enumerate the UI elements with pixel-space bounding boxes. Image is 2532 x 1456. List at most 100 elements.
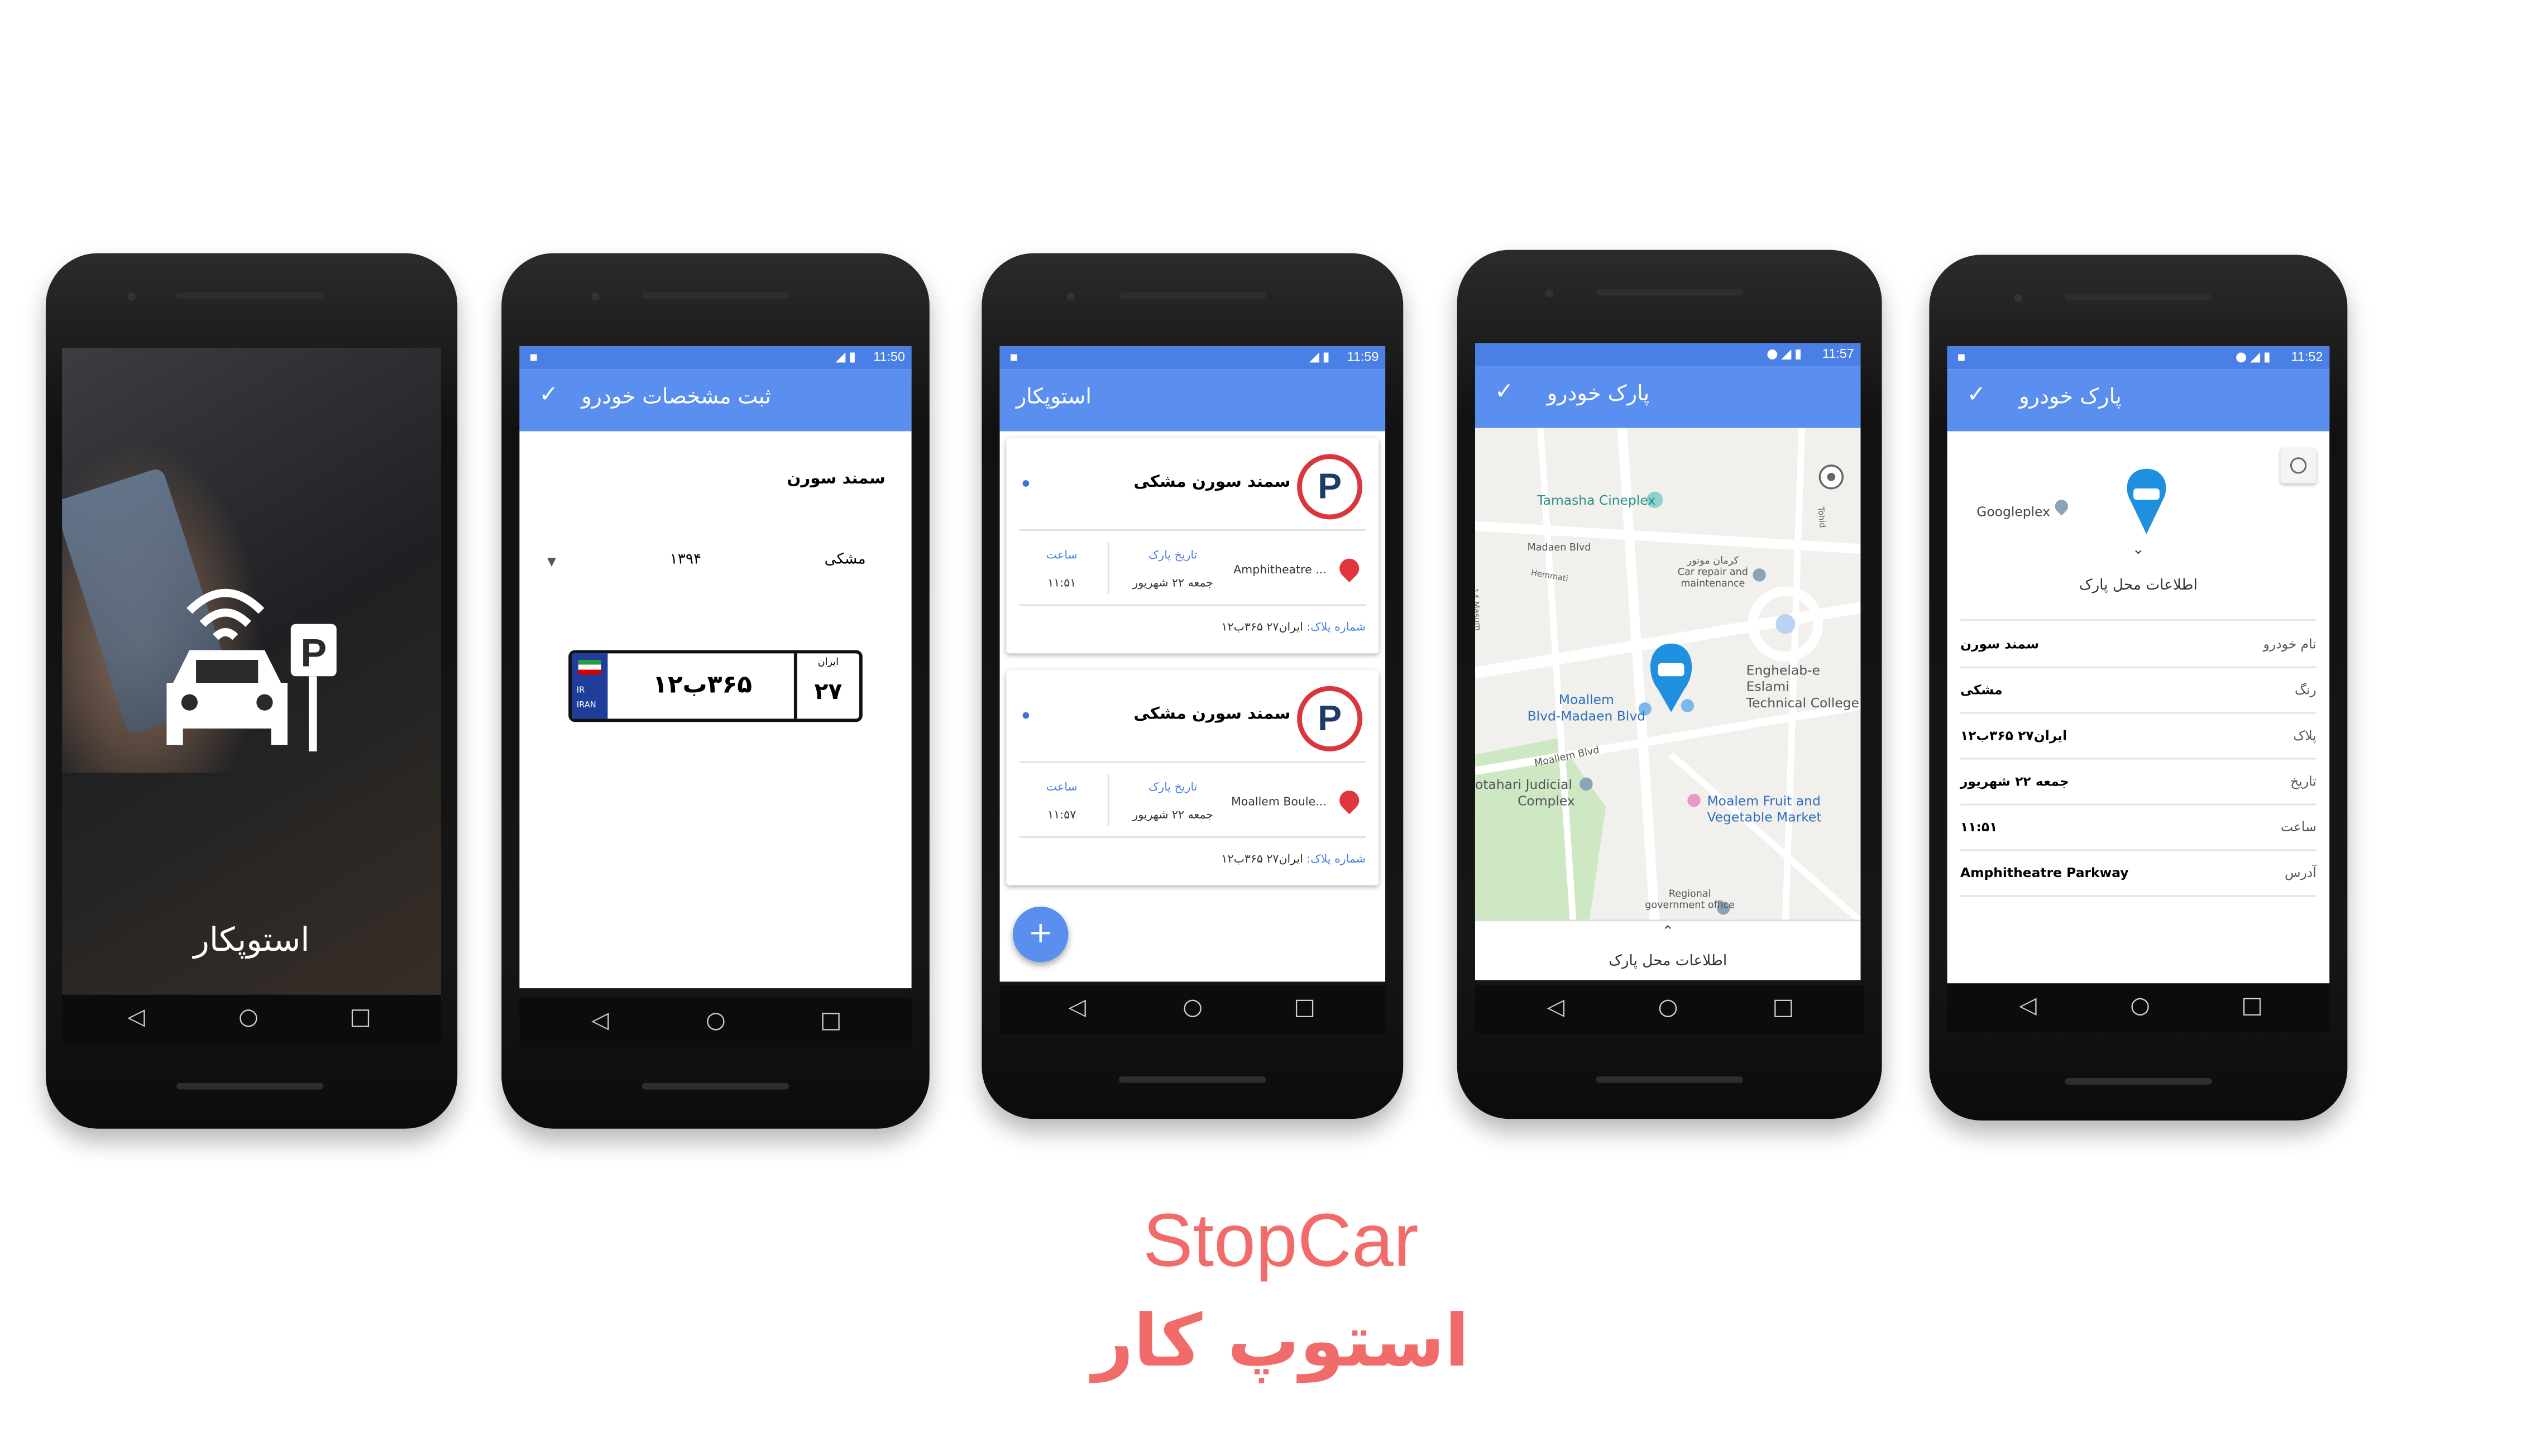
- bottom-speaker: [1596, 1076, 1743, 1083]
- poi-label: Googleplex: [1976, 505, 2050, 520]
- home-icon[interactable]: ○: [1183, 995, 1203, 1021]
- page-title: استوپکار: [1016, 385, 1092, 410]
- card-plate-label: شماره پلاک:: [1306, 620, 1366, 634]
- map-label-fruit: Moalem Fruit and Vegetable Market: [1707, 794, 1821, 827]
- notification-icon: ▪: [529, 349, 538, 365]
- android-navbar: ◁ ○ □: [999, 985, 1386, 1034]
- detail-value: مشکی: [1960, 682, 2003, 698]
- splash-app-name: استوپکار: [193, 919, 310, 959]
- map-label-kerman: کرمان موتور Car repair and maintenance: [1678, 555, 1748, 590]
- back-icon[interactable]: ◁: [1068, 995, 1086, 1021]
- dropdown-arrow-icon[interactable]: ▼: [547, 555, 556, 568]
- recents-icon[interactable]: □: [1772, 995, 1794, 1021]
- page-title: ثبت مشخصات خودرو: [581, 385, 771, 410]
- car-name-field[interactable]: سمند سورن: [787, 471, 885, 488]
- map-label-enghelab: Enghelab-e Eslami Technical College: [1746, 663, 1861, 712]
- sheet-label: اطلاعات محل پارک: [2079, 578, 2198, 595]
- speaker-grill: [1119, 292, 1266, 299]
- plate-region-label: ایران: [817, 657, 839, 668]
- map-label-madaen: Madaen Blvd: [1527, 542, 1591, 554]
- map-label-tamasha: Tamasha Cineplex: [1537, 493, 1656, 508]
- recents-icon[interactable]: □: [2241, 993, 2263, 1019]
- front-camera: [1066, 292, 1075, 301]
- car-location-pin-icon: [2127, 468, 2166, 534]
- card-plate-label: شماره پلاک:: [1306, 852, 1366, 866]
- signal-icons: ◢▮: [835, 349, 859, 365]
- my-location-button[interactable]: [2280, 447, 2316, 484]
- recents-icon[interactable]: □: [350, 1004, 371, 1031]
- brand-title-en: StopCar: [1142, 1197, 1419, 1282]
- detail-row: پلاک ایران۲۷ ۳۶۵ب۱۲: [1960, 712, 2316, 760]
- status-time: 11:57: [1822, 346, 1854, 361]
- poi-pin-icon: [2052, 497, 2071, 516]
- signal-icons: ◢▮: [1309, 349, 1333, 365]
- notification-icon: ▪: [1009, 349, 1019, 365]
- bottom-speaker: [2065, 1078, 2212, 1085]
- phone-register: ▪ ◢▮ 11:50 ✓ ثبت مشخصات خودرو سمند سورن …: [501, 253, 930, 1129]
- map-label-kerman-1: کرمان موتور: [1687, 555, 1739, 567]
- bottom-sheet[interactable]: ⌃ اطلاعات محل پارک: [1475, 919, 1861, 980]
- year-field[interactable]: ۱۳۹۴: [670, 552, 702, 568]
- app-bar: ✓ پارک خودرو: [1475, 366, 1861, 428]
- card-vdivider: [1107, 774, 1109, 827]
- map-label-kerman-3: maintenance: [1681, 578, 1745, 590]
- add-fab-button[interactable]: +: [1012, 906, 1069, 962]
- card-time: ۱۱:۵۷: [1047, 808, 1076, 822]
- location-pin-icon: [1335, 786, 1363, 815]
- back-icon[interactable]: ◁: [127, 1004, 145, 1031]
- card-plate-row: شماره پلاک: ایران۲۷ ۳۶۵ب۱۲: [1222, 621, 1366, 634]
- plate-country-strip: IR IRAN: [572, 653, 608, 719]
- android-navbar: ◁ ○ □: [1947, 983, 2330, 1033]
- android-navbar: ◁ ○ □: [62, 994, 441, 1044]
- detail-row: آدرس Amphitheatre Parkway: [1960, 849, 2316, 897]
- app-bar: استوپکار: [999, 369, 1386, 432]
- color-field[interactable]: مشکی: [825, 552, 866, 568]
- detail-row: نام خودرو سمند سورن: [1960, 621, 2316, 668]
- app-bar: ✓ ثبت مشخصات خودرو: [519, 369, 912, 432]
- details-screen: ▪ ●◢▮ 11:52 ✓ پارک خودرو Googleplex ⌄ اط…: [1947, 346, 2330, 984]
- card-time: ۱۱:۵۱: [1047, 576, 1076, 590]
- status-time: 11:59: [1347, 349, 1379, 365]
- map-label-fruit-1: Moalem Fruit and: [1707, 793, 1821, 809]
- card-date: جمعه ۲۲ شهریور: [1132, 576, 1213, 590]
- bottom-speaker: [1119, 1076, 1266, 1083]
- status-bar: ●◢▮ 11:57: [1475, 343, 1861, 366]
- home-icon[interactable]: ○: [2130, 993, 2150, 1019]
- card-date-label: تاریخ پارک: [1148, 780, 1198, 794]
- card-divider: [1019, 836, 1366, 838]
- detail-value: Amphitheatre Parkway: [1960, 865, 2129, 881]
- map-label-moallem-1: Moallem: [1558, 692, 1614, 707]
- map-label-moallem: Moallem Blvd-Madaen Blvd: [1528, 693, 1645, 726]
- home-icon[interactable]: ○: [238, 1004, 259, 1031]
- check-icon[interactable]: ✓: [1495, 379, 1514, 405]
- back-icon[interactable]: ◁: [1547, 995, 1565, 1021]
- home-icon[interactable]: ○: [706, 1008, 726, 1034]
- check-icon[interactable]: ✓: [1967, 382, 1986, 409]
- front-camera: [2014, 294, 2023, 303]
- check-icon[interactable]: ✓: [539, 382, 558, 409]
- showcase-stage: P استوپکار ◁ ○ □ ▪ ◢▮ 11:50 ✓ ثبت مشخصات…: [0, 0, 2532, 1455]
- detail-label: رنگ: [2295, 682, 2316, 698]
- android-navbar: ◁ ○ □: [519, 998, 912, 1047]
- card-dot-icon: [1022, 480, 1030, 487]
- back-icon[interactable]: ◁: [2019, 993, 2037, 1019]
- back-icon[interactable]: ◁: [591, 1008, 609, 1034]
- card-date: جمعه ۲۲ شهریور: [1132, 808, 1213, 822]
- chevron-up-icon[interactable]: ⌃: [1475, 925, 1860, 941]
- map-label-judicial-1: otahari Judicial: [1475, 777, 1572, 793]
- home-icon[interactable]: ○: [1658, 995, 1678, 1021]
- svg-text:P: P: [300, 631, 327, 675]
- page-title: پارک خودرو: [2019, 385, 2122, 410]
- park-card[interactable]: P سمند سورن مشکی Moallem Boule... تاریخ …: [1006, 669, 1379, 885]
- plate-region-number: ۲۷: [814, 679, 843, 706]
- brand-title-fa: استوپ کار: [1092, 1300, 1470, 1384]
- status-bar: ▪ ◢▮ 11:50: [519, 346, 912, 370]
- recents-icon[interactable]: □: [1294, 995, 1315, 1021]
- card-divider: [1019, 604, 1366, 606]
- status-bar: ▪ ●◢▮ 11:52: [1947, 346, 2330, 370]
- recents-icon[interactable]: □: [820, 1008, 842, 1034]
- map-label-judicial: otahari Judicial Complex: [1475, 778, 1575, 811]
- park-card[interactable]: P سمند سورن مشکی Amphitheatre ... تاریخ …: [1006, 438, 1379, 654]
- chevron-down-icon[interactable]: ⌄: [1947, 542, 2330, 558]
- parking-p-icon: P: [1297, 454, 1363, 520]
